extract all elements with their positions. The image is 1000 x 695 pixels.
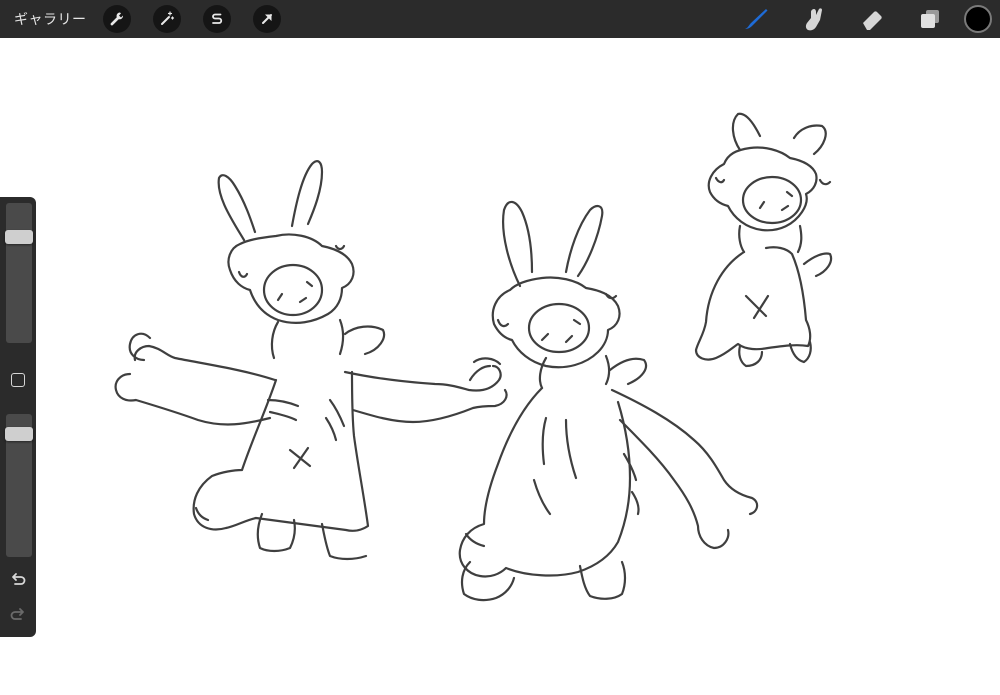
selection-button[interactable] xyxy=(202,5,231,33)
sketch-character-right xyxy=(694,112,833,368)
selection-s-icon xyxy=(211,13,222,24)
right-tools xyxy=(718,0,1000,38)
sketch-character-left xyxy=(114,160,508,561)
smudge-icon xyxy=(805,8,822,31)
layers-button[interactable] xyxy=(910,0,950,38)
layers-icon xyxy=(921,10,939,28)
color-picker-button[interactable] xyxy=(964,5,992,33)
gallery-button[interactable]: ギャラリー xyxy=(14,9,87,29)
drawing-canvas[interactable] xyxy=(0,38,1000,695)
transform-button[interactable] xyxy=(252,5,281,33)
wrench-icon xyxy=(110,12,123,26)
actions-button[interactable] xyxy=(102,5,131,33)
eraser-button[interactable] xyxy=(852,0,892,38)
transform-arrow-icon xyxy=(261,14,272,24)
adjustments-button[interactable] xyxy=(152,5,181,33)
smudge-button[interactable] xyxy=(794,0,834,38)
brush-icon xyxy=(745,9,768,29)
magic-wand-icon xyxy=(160,11,174,25)
top-toolbar: ギャラリー xyxy=(0,0,1000,38)
brush-button[interactable] xyxy=(736,0,776,38)
eraser-icon xyxy=(863,11,882,30)
